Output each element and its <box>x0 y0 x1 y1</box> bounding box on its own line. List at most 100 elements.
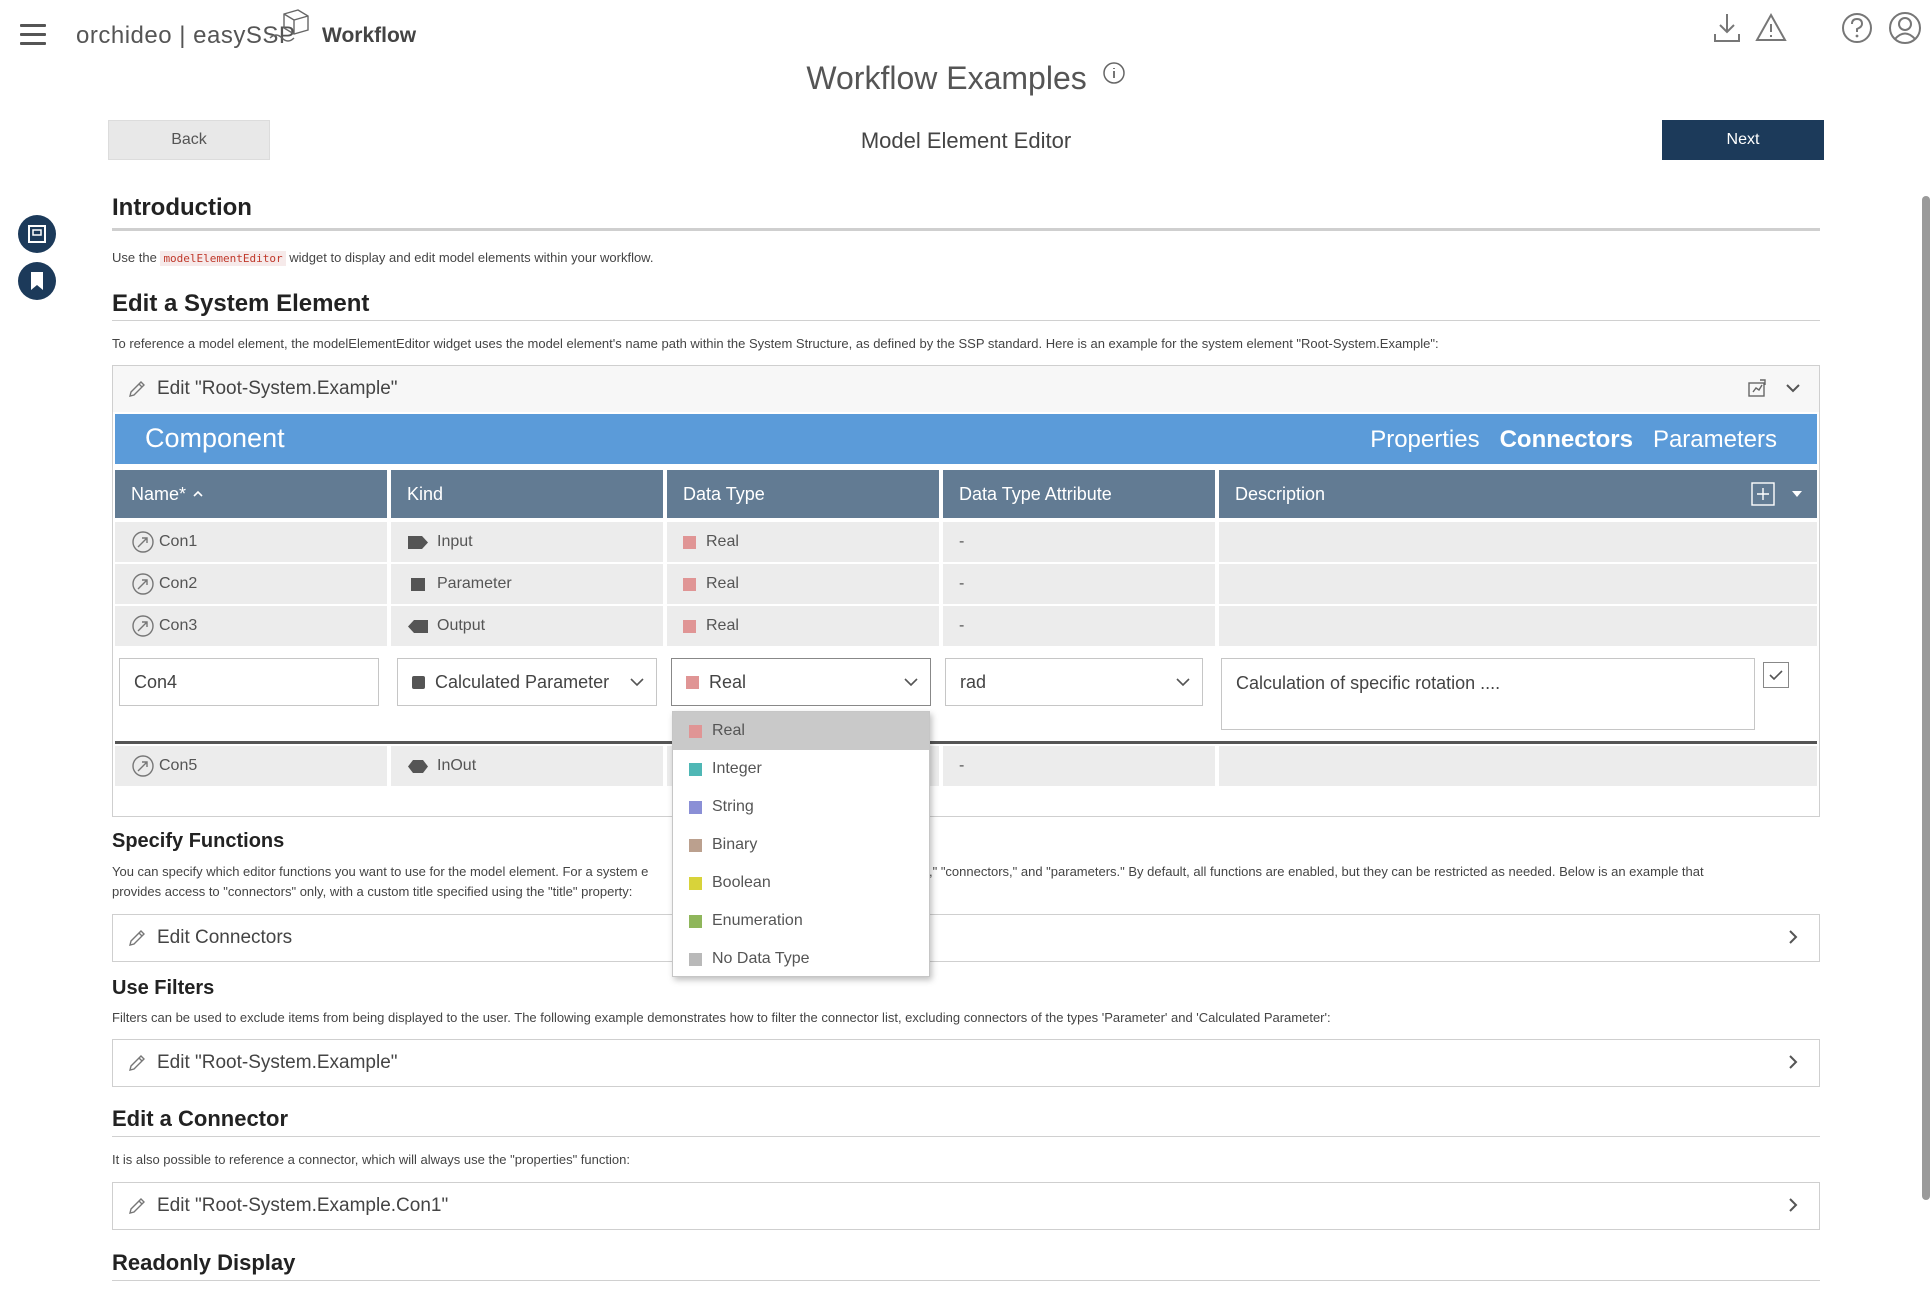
enumeration-color-swatch <box>689 914 702 928</box>
name-cell: Con5 <box>115 746 387 786</box>
filters-text: Filters can be used to exclude items fro… <box>112 1010 1331 1025</box>
edit-connector-heading: Edit a Connector <box>112 1106 289 1131</box>
confirm-checkbox[interactable] <box>1763 662 1789 688</box>
string-color-swatch <box>689 800 702 814</box>
binary-color-swatch <box>689 838 702 852</box>
dropdown-option-no-data-type[interactable]: No Data Type <box>673 940 929 978</box>
next-button[interactable]: Next <box>1662 120 1824 160</box>
editor-title: Edit "Root-System.Example" <box>157 378 398 399</box>
section-divider <box>112 320 1820 321</box>
column-header-description[interactable]: Description <box>1219 470 1817 518</box>
workflow-label: Workflow <box>322 24 417 47</box>
dropdown-option-string[interactable]: String <box>673 788 929 826</box>
data-type-dropdown: Real Integer String Binary Boolean Enume… <box>672 711 930 977</box>
help-icon[interactable] <box>1840 10 1874 46</box>
editor-header[interactable]: Edit "Root-System.Example.Con1" <box>113 1183 1819 1229</box>
attr-cell: - <box>943 606 1215 646</box>
component-band: Component Properties Connectors Paramete… <box>115 414 1817 464</box>
connector-kind: Input <box>437 533 473 550</box>
open-in-editor-icon[interactable] <box>1747 378 1767 398</box>
data-type-select[interactable]: Real <box>671 658 931 706</box>
scrollbar-thumb[interactable] <box>1922 196 1930 1200</box>
connector-name: Con2 <box>159 575 198 592</box>
connector-link-icon <box>132 573 154 595</box>
chevron-down-icon[interactable] <box>1783 378 1803 398</box>
dropdown-option-binary[interactable]: Binary <box>673 826 929 864</box>
connector-text: It is also possible to reference a conne… <box>112 1152 630 1167</box>
description-cell <box>1219 564 1817 604</box>
output-kind-icon <box>408 619 428 633</box>
dropdown-option-real[interactable]: Real <box>673 712 929 750</box>
data-type-select-value: Real <box>709 671 747 692</box>
table-row[interactable]: Con5 InOut - <box>115 746 1817 786</box>
column-header-data-type[interactable]: Data Type <box>667 470 939 518</box>
system-element-editor: Edit "Root-System.Example" Component Pro… <box>112 365 1820 817</box>
system-element-text: To reference a model element, the modelE… <box>112 336 1439 351</box>
description-textarea[interactable]: Calculation of specific rotation .... <box>1221 658 1755 730</box>
dropdown-option-integer[interactable]: Integer <box>673 750 929 788</box>
no-data-type-color-swatch <box>689 952 702 966</box>
connectors-editor[interactable]: Edit Connectors <box>112 914 1820 962</box>
tab-connectors[interactable]: Connectors <box>1500 426 1633 454</box>
kind-cell: InOut <box>391 746 663 786</box>
name-cell: Con2 <box>115 564 387 604</box>
add-connector-icon[interactable] <box>1751 482 1775 506</box>
attr-cell: - <box>943 564 1215 604</box>
input-kind-icon <box>408 535 428 549</box>
option-label: Boolean <box>712 874 771 891</box>
edit-system-element-heading: Edit a System Element <box>112 290 370 317</box>
component-label: Component <box>145 423 285 453</box>
editor-title: Edit "Root-System.Example.Con1" <box>157 1195 449 1216</box>
warning-icon[interactable] <box>1754 10 1788 46</box>
bookmark-icon[interactable] <box>18 262 56 300</box>
info-icon[interactable] <box>1102 61 1126 85</box>
sort-ascending-icon <box>193 490 203 497</box>
dropdown-option-boolean[interactable]: Boolean <box>673 864 929 902</box>
section-divider <box>112 1136 1820 1137</box>
pencil-icon <box>129 381 145 397</box>
chevron-right-icon[interactable] <box>1783 1052 1803 1072</box>
connector-name-input[interactable]: Con4 <box>119 658 379 706</box>
kind-cell: Output <box>391 606 663 646</box>
attr-cell: - <box>943 522 1215 562</box>
bookmark-glyph <box>31 272 43 290</box>
pencil-icon <box>129 1055 145 1071</box>
pencil-icon <box>129 1198 145 1214</box>
editor-header[interactable]: Edit "Root-System.Example" <box>113 366 1819 412</box>
connector-editor[interactable]: Edit "Root-System.Example.Con1" <box>112 1182 1820 1230</box>
tab-parameters[interactable]: Parameters <box>1653 426 1777 454</box>
chevron-right-icon[interactable] <box>1783 1195 1803 1215</box>
kind-select-value: Calculated Parameter <box>435 671 610 692</box>
table-row[interactable]: Con3 Output Real - <box>115 606 1817 646</box>
page-title-text: Workflow Examples <box>806 60 1087 96</box>
chevron-down-icon <box>630 678 644 687</box>
dropdown-option-enumeration[interactable]: Enumeration <box>673 902 929 940</box>
chevron-right-icon[interactable] <box>1783 927 1803 947</box>
tab-properties[interactable]: Properties <box>1370 426 1479 454</box>
filtered-editor[interactable]: Edit "Root-System.Example" <box>112 1039 1820 1087</box>
intro-text-after: widget to display and edit model element… <box>289 250 654 265</box>
user-avatar-icon[interactable] <box>1888 10 1922 46</box>
name-cell: Con3 <box>115 606 387 646</box>
chevron-down-icon <box>1176 678 1190 687</box>
column-header-kind[interactable]: Kind <box>391 470 663 518</box>
functions-text: You can specify which editor functions y… <box>112 862 1820 902</box>
editor-header[interactable]: Edit Connectors <box>113 915 1819 961</box>
data-type-attribute-select[interactable]: rad <box>945 658 1203 706</box>
column-header-name[interactable]: Name* <box>115 470 387 518</box>
description-cell <box>1219 746 1817 786</box>
connector-link-icon <box>132 615 154 637</box>
connector-name: Con5 <box>159 757 198 774</box>
connector-edit-row: Con4 Calculated Parameter Real rad Calcu… <box>115 650 1817 744</box>
menu-icon[interactable] <box>20 24 46 46</box>
workflow-panel-icon[interactable] <box>18 215 56 253</box>
editor-header[interactable]: Edit "Root-System.Example" <box>113 1040 1819 1086</box>
table-row[interactable]: Con2 Parameter Real - <box>115 564 1817 604</box>
download-icon[interactable] <box>1710 10 1744 46</box>
kind-select[interactable]: Calculated Parameter <box>397 658 657 706</box>
caret-down-icon[interactable] <box>1791 489 1803 499</box>
table-row[interactable]: Con1 Input Real - <box>115 522 1817 562</box>
functions-text-line2: provides access to "connectors" only, wi… <box>112 884 633 899</box>
column-header-data-type-attribute[interactable]: Data Type Attribute <box>943 470 1215 518</box>
panel-icon-glyph <box>28 225 46 243</box>
